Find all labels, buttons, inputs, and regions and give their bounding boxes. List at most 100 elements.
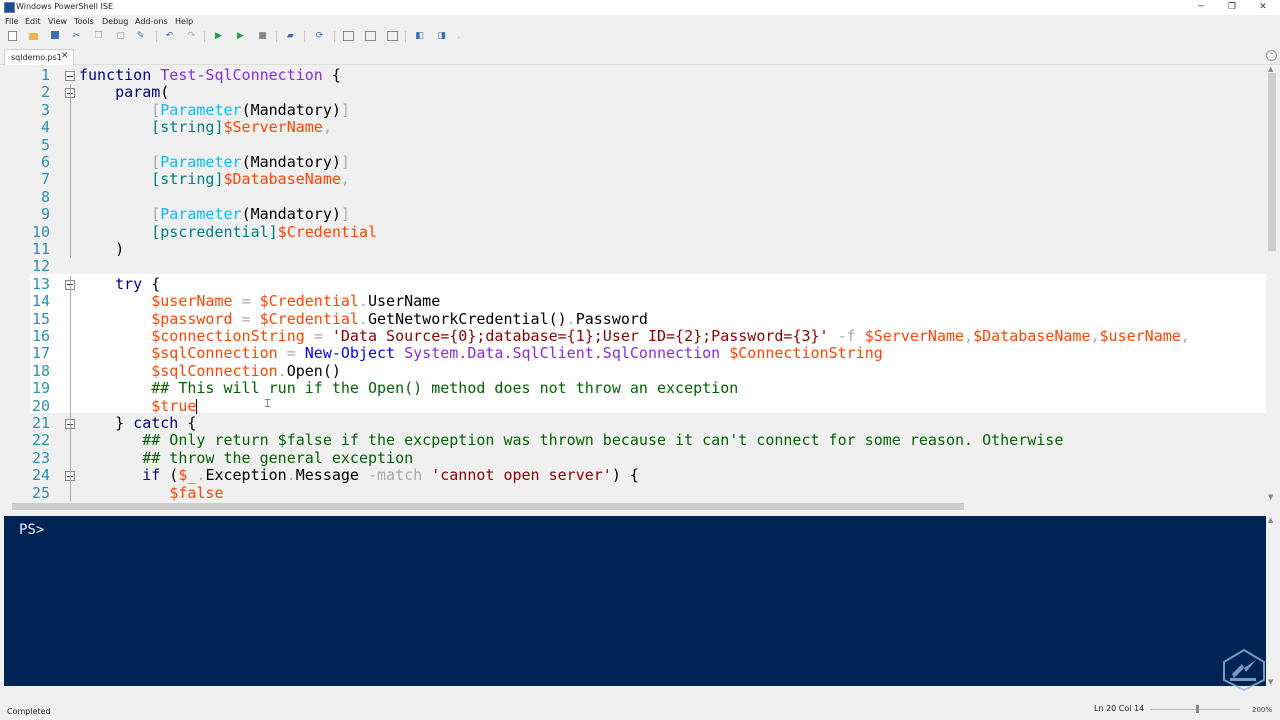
line-number: 19 [31, 379, 50, 398]
scroll-up-arrow-icon[interactable]: ▲ [1268, 516, 1273, 524]
code-line[interactable]: 14 $userName = $Credential.UserName [4, 292, 1266, 311]
minimize-button[interactable]: ─ [1186, 0, 1216, 15]
stop-icon[interactable]: ■ [258, 31, 267, 41]
remote-powershell-icon[interactable]: ▰ [286, 31, 295, 41]
scroll-down-arrow-icon[interactable]: ▼ [1268, 678, 1273, 686]
line-number: 18 [31, 361, 50, 380]
code-text: try { [115, 274, 161, 293]
menu-edit[interactable]: Edit [25, 17, 41, 26]
show-script-pane-top-icon[interactable] [343, 31, 354, 41]
code-text: $userName = $Credential.UserName [151, 292, 441, 311]
code-text: function Test-SqlConnection { [79, 66, 341, 84]
code-line[interactable]: 6 [Parameter(Mandatory)] [4, 153, 1266, 171]
scroll-down-arrow-icon[interactable]: ▼ [1268, 493, 1273, 501]
toolbar-separator [405, 31, 406, 42]
scrollbar-thumb[interactable] [12, 503, 964, 510]
line-number: 1 [40, 66, 50, 84]
code-line[interactable]: 16 $connectionString = 'Data Source={0};… [4, 327, 1266, 345]
menu-help[interactable]: Help [175, 17, 193, 26]
run-selection-icon[interactable]: ▶ [236, 31, 245, 41]
title-bar: Windows PowerShell ISE ─ ❐ ✕ [0, 0, 1280, 15]
run-script-icon[interactable]: ▶ [214, 31, 223, 41]
code-text: ) [79, 240, 125, 258]
new-file-icon[interactable] [8, 31, 17, 41]
code-line[interactable]: 5 [4, 136, 1266, 154]
zoom-slider-track[interactable] [1150, 709, 1240, 710]
console-vertical-scrollbar[interactable]: ▲ ▼ [1266, 516, 1278, 686]
show-command-addon-icon[interactable]: ◨ [437, 31, 446, 41]
paste-icon[interactable]: ▢ [116, 31, 125, 41]
code-line[interactable]: 10 [pscredential]$Credential [4, 222, 1266, 241]
code-line[interactable]: 17 $sqlConnection = New-Object System.Da… [4, 344, 1266, 362]
text-cursor-icon: ⌶ [264, 396, 272, 410]
zoom-slider-thumb[interactable] [1196, 705, 1199, 713]
tab-sqldemo[interactable]: sqldemo.ps1 ✕ [4, 49, 74, 65]
code-line[interactable]: 20 $true [4, 396, 1266, 415]
watermark-logo-icon [1223, 648, 1265, 692]
line-number: 3 [40, 100, 50, 119]
save-icon[interactable] [51, 31, 59, 39]
script-editor[interactable]: 1 function Test-SqlConnection {2 param(3 … [4, 65, 1266, 501]
start-powershell-icon[interactable]: ⟳ [315, 31, 324, 41]
code-line[interactable]: 21 } catch { [4, 414, 1266, 432]
editor-horizontal-scrollbar[interactable] [4, 501, 1266, 512]
code-text: [string]$ServerName, [151, 118, 332, 137]
code-line[interactable]: 9 [Parameter(Mandatory)] [4, 205, 1266, 223]
menu-debug[interactable]: Debug [102, 17, 128, 26]
toolbar-separator [304, 31, 305, 42]
code-line[interactable]: 19 ## This will run if the Open() method… [4, 379, 1266, 398]
code-line[interactable]: 13 try { [4, 274, 1266, 293]
code-line[interactable]: 15 $password = $Credential.GetNetworkCre… [4, 310, 1266, 328]
line-number: 4 [40, 118, 50, 137]
toolbar-overflow-icon[interactable]: . [454, 31, 463, 41]
code-line[interactable]: 11 ) [4, 240, 1266, 258]
fold-toggle-icon[interactable] [65, 71, 75, 81]
undo-icon[interactable]: ↶ [165, 31, 174, 41]
cut-icon[interactable]: ✂ [72, 31, 81, 41]
scrollbar-thumb[interactable] [1268, 73, 1276, 251]
code-line[interactable]: 25 $false [4, 483, 1266, 501]
line-number: 12 [31, 257, 50, 276]
code-line[interactable]: 4 [string]$ServerName, [4, 118, 1266, 137]
code-text: $connectionString = 'Data Source={0};dat… [151, 327, 1190, 345]
redo-icon[interactable]: ↷ [187, 31, 196, 41]
console-pane[interactable]: PS> [4, 516, 1266, 686]
cursor-position: Ln 20 Col 14 [1094, 704, 1145, 713]
zoom-level: 200% [1252, 706, 1273, 714]
code-line[interactable]: 22 ## Only return $false if the excpepti… [4, 431, 1266, 449]
menu-view[interactable]: View [48, 17, 67, 26]
collapse-script-pane-icon[interactable]: ⌃ [1266, 50, 1277, 61]
code-line[interactable]: 7 [string]$DatabaseName, [4, 170, 1266, 189]
close-tab-icon[interactable]: ✕ [61, 51, 69, 61]
console-prompt: PS> [19, 522, 45, 538]
open-folder-icon[interactable] [29, 33, 38, 40]
code-line[interactable]: 23 ## throw the general exception [4, 449, 1266, 467]
code-line[interactable]: 1 function Test-SqlConnection { [4, 66, 1266, 84]
menu-add-ons[interactable]: Add-ons [135, 17, 168, 26]
code-line[interactable]: 12 [4, 257, 1266, 276]
code-text: if ($_.Exception.Message -match 'cannot … [142, 466, 639, 485]
restore-button[interactable]: ❐ [1217, 0, 1247, 15]
toolbar-separator [334, 31, 335, 42]
menu-file[interactable]: File [5, 17, 18, 26]
show-script-pane-right-icon[interactable] [365, 31, 376, 41]
code-text: $false [169, 483, 224, 501]
scroll-up-arrow-icon[interactable]: ▲ [1268, 65, 1273, 73]
copy-icon[interactable]: ❐ [94, 31, 103, 41]
code-line[interactable]: 2 param( [4, 83, 1266, 101]
clear-console-icon[interactable]: ✎ [136, 31, 145, 41]
code-line[interactable]: 24 if ($_.Exception.Message -match 'cann… [4, 466, 1266, 485]
code-text: [string]$DatabaseName, [151, 170, 350, 189]
editor-vertical-scrollbar[interactable]: ▲ ▼ [1266, 65, 1278, 501]
show-command-window-icon[interactable]: ◧ [415, 31, 424, 41]
outline-guide [70, 84, 71, 259]
code-line[interactable]: 8 [4, 188, 1266, 206]
code-line[interactable]: 3 [Parameter(Mandatory)] [4, 100, 1266, 119]
show-script-pane-maximized-icon[interactable] [387, 31, 398, 41]
code-line[interactable]: 18 $sqlConnection.Open() [4, 361, 1266, 380]
code-text: [pscredential]$Credential [151, 222, 378, 241]
close-window-button[interactable]: ✕ [1248, 0, 1278, 15]
menu-tools[interactable]: Tools [74, 17, 94, 26]
tab-label: sqldemo.ps1 [11, 53, 62, 62]
line-number: 20 [31, 396, 50, 415]
